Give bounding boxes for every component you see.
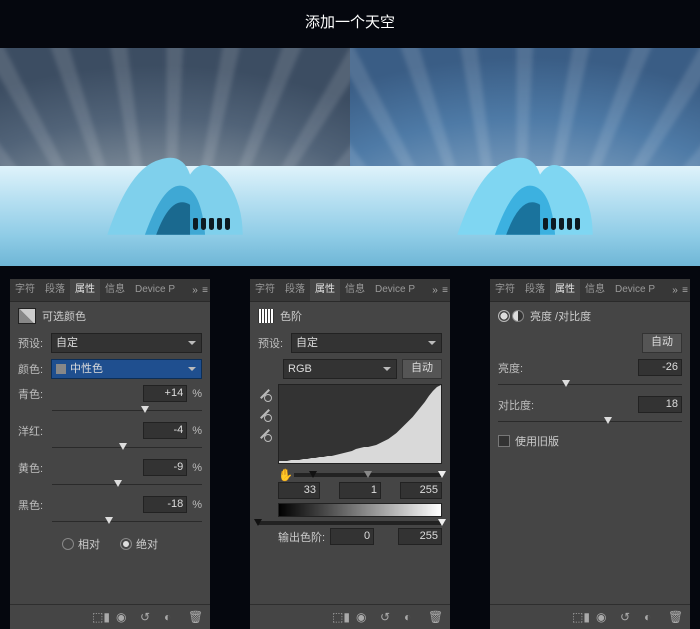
- panel-levels: 字符 段落 属性 信息 Device P »≡ 色阶 预设: 自定 RGB 自动: [250, 279, 450, 629]
- legacy-checkbox[interactable]: 使用旧版: [490, 430, 690, 452]
- contrast-slider[interactable]: [498, 416, 682, 428]
- highlight-input[interactable]: 255: [400, 482, 442, 499]
- preset-dropdown[interactable]: 自定: [291, 333, 442, 353]
- reset-icon[interactable]: ↺: [620, 610, 634, 624]
- prev-icon[interactable]: ◐: [404, 610, 418, 624]
- trash-icon[interactable]: 🗑: [428, 610, 442, 624]
- preview-images: [0, 48, 700, 266]
- page-title: 添加一个天空: [0, 0, 700, 32]
- output-gradient: [278, 503, 442, 517]
- relative-radio[interactable]: 相对: [62, 536, 100, 552]
- output-sliders[interactable]: [250, 519, 450, 525]
- yellow-slider[interactable]: [52, 479, 202, 491]
- eyedropper-black-icon[interactable]: [258, 388, 272, 402]
- collapse-icon[interactable]: »: [430, 285, 440, 296]
- selective-color-icon: [18, 308, 36, 324]
- cyan-label: 青色:: [18, 386, 46, 402]
- yellow-label: 黄色:: [18, 460, 46, 476]
- brightness-contrast-icon: [498, 310, 524, 322]
- panel-title: 亮度 /对比度: [530, 308, 591, 324]
- visibility-icon[interactable]: ◉: [116, 610, 130, 624]
- panel-selective-color: 字符 段落 属性 信息 Device P »≡ 可选颜色 预设: 自定 颜色: …: [10, 279, 210, 629]
- brightness-value[interactable]: -26: [638, 359, 682, 376]
- prev-icon[interactable]: ◐: [644, 610, 658, 624]
- cyan-value[interactable]: +14: [143, 385, 187, 402]
- tab-device[interactable]: Device P: [610, 279, 660, 301]
- tab-para[interactable]: 段落: [280, 279, 310, 301]
- eyedropper-white-icon[interactable]: [258, 428, 272, 442]
- tab-char[interactable]: 字符: [10, 279, 40, 301]
- trash-icon[interactable]: 🗑: [188, 610, 202, 624]
- output-label: 输出色阶:: [278, 529, 325, 545]
- magenta-label: 洋红:: [18, 423, 46, 439]
- menu-icon[interactable]: ≡: [200, 285, 210, 296]
- eyedropper-gray-icon[interactable]: [258, 408, 272, 422]
- clip-icon[interactable]: ⬚▮: [92, 610, 106, 624]
- menu-icon[interactable]: ≡: [680, 285, 690, 296]
- visibility-icon[interactable]: ◉: [356, 610, 370, 624]
- channel-dropdown[interactable]: RGB: [283, 359, 397, 379]
- black-value[interactable]: -18: [143, 496, 187, 513]
- brightness-slider[interactable]: [498, 379, 682, 391]
- collapse-icon[interactable]: »: [190, 285, 200, 296]
- colors-dropdown[interactable]: 中性色: [51, 359, 202, 379]
- cyan-unit: %: [192, 388, 202, 400]
- tab-para[interactable]: 段落: [40, 279, 70, 301]
- tab-device[interactable]: Device P: [370, 279, 420, 301]
- clip-icon[interactable]: ⬚▮: [332, 610, 346, 624]
- histogram: [278, 384, 442, 464]
- black-slider[interactable]: [52, 516, 202, 528]
- menu-icon[interactable]: ≡: [440, 285, 450, 296]
- panel-title: 色阶: [280, 308, 302, 324]
- magenta-value[interactable]: -4: [143, 422, 187, 439]
- tab-props[interactable]: 属性: [550, 279, 580, 301]
- output-low[interactable]: 0: [330, 528, 374, 545]
- trash-icon[interactable]: 🗑: [668, 610, 682, 624]
- yellow-value[interactable]: -9: [143, 459, 187, 476]
- tab-para[interactable]: 段落: [520, 279, 550, 301]
- shadow-input[interactable]: 33: [278, 482, 320, 499]
- hand-icon[interactable]: ✋: [278, 468, 292, 482]
- tab-info[interactable]: 信息: [580, 279, 610, 301]
- collapse-icon[interactable]: »: [670, 285, 680, 296]
- input-sliders[interactable]: ✋: [250, 466, 450, 482]
- tab-props[interactable]: 属性: [310, 279, 340, 301]
- output-high[interactable]: 255: [398, 528, 442, 545]
- eyedroppers: [258, 384, 274, 464]
- tab-char[interactable]: 字符: [250, 279, 280, 301]
- panel-title: 可选颜色: [42, 308, 86, 324]
- prev-icon[interactable]: ◐: [164, 610, 178, 624]
- tab-device[interactable]: Device P: [130, 279, 180, 301]
- tab-props[interactable]: 属性: [70, 279, 100, 301]
- contrast-value[interactable]: 18: [638, 396, 682, 413]
- cyan-slider[interactable]: [52, 405, 202, 417]
- tab-info[interactable]: 信息: [100, 279, 130, 301]
- brightness-label: 亮度:: [498, 360, 538, 376]
- tab-char[interactable]: 字符: [490, 279, 520, 301]
- mid-input[interactable]: 1: [339, 482, 381, 499]
- preset-label: 预设:: [18, 335, 46, 351]
- levels-icon: [258, 309, 274, 323]
- reset-icon[interactable]: ↺: [140, 610, 154, 624]
- preset-dropdown[interactable]: 自定: [51, 333, 202, 353]
- preview-before: [0, 48, 350, 266]
- panel-tabs: 字符 段落 属性 信息 Device P »≡: [10, 279, 210, 302]
- panel-brightness-contrast: 字符 段落 属性 信息 Device P »≡ 亮度 /对比度 自动 亮度: -2…: [490, 279, 690, 629]
- auto-button[interactable]: 自动: [642, 333, 682, 353]
- contrast-label: 对比度:: [498, 397, 538, 413]
- preview-after: [350, 48, 700, 266]
- magenta-slider[interactable]: [52, 442, 202, 454]
- clip-icon[interactable]: ⬚▮: [572, 610, 586, 624]
- tab-info[interactable]: 信息: [340, 279, 370, 301]
- absolute-radio[interactable]: 绝对: [120, 536, 158, 552]
- panel-footer: ⬚▮ ◉ ↺ ◐ 🗑: [10, 604, 210, 629]
- black-label: 黑色:: [18, 497, 46, 513]
- auto-button[interactable]: 自动: [402, 359, 442, 379]
- visibility-icon[interactable]: ◉: [596, 610, 610, 624]
- preset-label: 预设:: [258, 335, 286, 351]
- colors-label: 颜色:: [18, 361, 46, 377]
- reset-icon[interactable]: ↺: [380, 610, 394, 624]
